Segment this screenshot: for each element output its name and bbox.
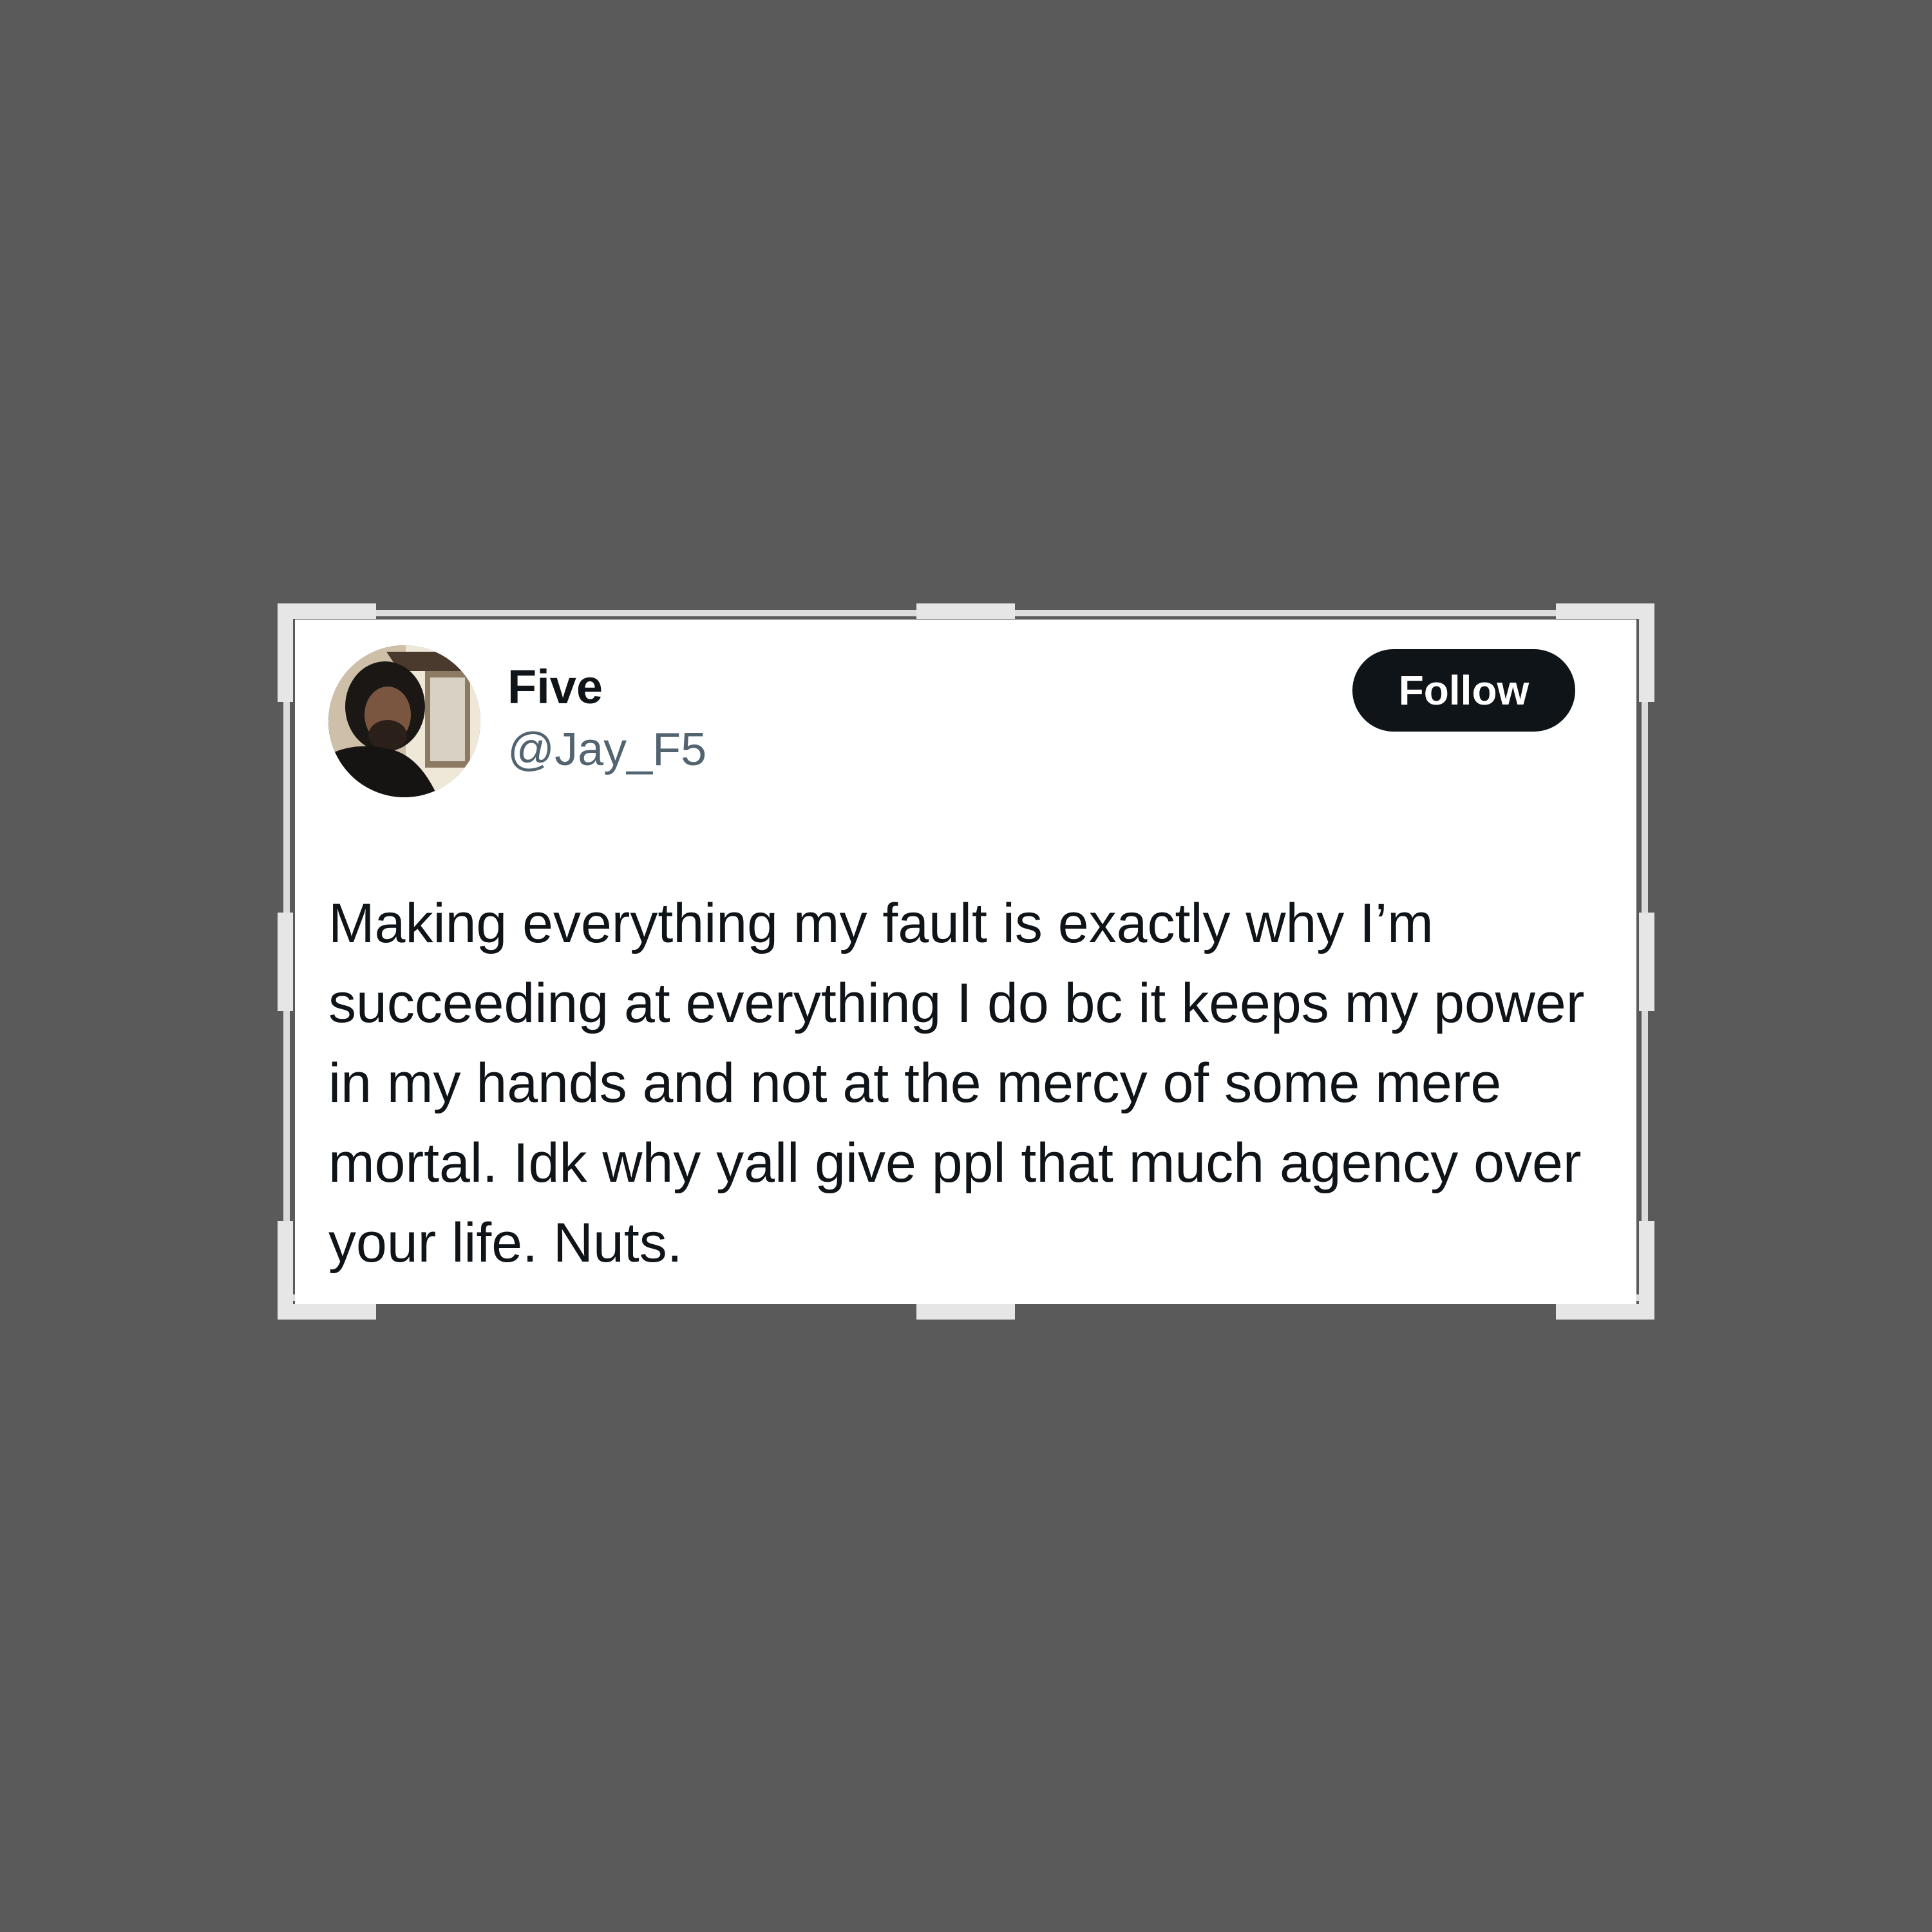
profile-photo-icon (328, 645, 480, 797)
crop-handle-bottom-middle[interactable] (916, 1304, 1015, 1320)
crop-handle-left-middle[interactable] (278, 913, 293, 1011)
crop-handle-top-middle[interactable] (916, 603, 1015, 619)
tweet-text: Making everything my fault is exactly wh… (328, 893, 1585, 1274)
crop-handle-right-middle[interactable] (1639, 913, 1654, 1011)
crop-handle-top-right-vertical[interactable] (1639, 603, 1654, 702)
crop-handle-top-left-vertical[interactable] (278, 603, 293, 702)
avatar[interactable] (328, 645, 480, 797)
follow-button[interactable]: Follow (1352, 649, 1575, 732)
tweet-card: Five @Jay_F5 Follow Making everything my… (295, 620, 1636, 1304)
username[interactable]: @Jay_F5 (507, 726, 706, 773)
crop-handle-bottom-right-vertical[interactable] (1639, 1221, 1654, 1320)
crop-handle-bottom-left-vertical[interactable] (278, 1221, 293, 1320)
display-name[interactable]: Five (507, 663, 603, 711)
editor-canvas: Five @Jay_F5 Follow Making everything my… (0, 0, 1932, 1932)
